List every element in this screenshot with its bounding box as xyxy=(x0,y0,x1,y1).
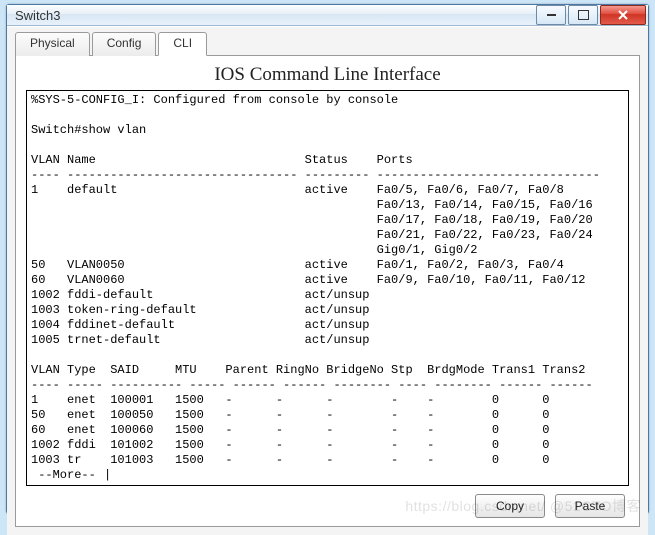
window-controls xyxy=(534,5,646,25)
window-body: Physical Config CLI IOS Command Line Int… xyxy=(7,26,648,535)
minimize-button[interactable] xyxy=(536,5,566,25)
titlebar[interactable]: Switch3 xyxy=(7,5,648,26)
tab-physical[interactable]: Physical xyxy=(15,32,90,56)
tabstrip: Physical Config CLI xyxy=(15,32,640,56)
paste-button[interactable]: Paste xyxy=(555,494,625,518)
tab-panel-cli: IOS Command Line Interface %SYS-5-CONFIG… xyxy=(15,55,640,527)
cli-frame: %SYS-5-CONFIG_I: Configured from console… xyxy=(26,90,629,486)
app-window: Switch3 Physical Config CLI IOS Command … xyxy=(6,4,649,514)
close-button[interactable] xyxy=(600,5,646,25)
cli-terminal[interactable]: %SYS-5-CONFIG_I: Configured from console… xyxy=(27,91,628,485)
close-icon xyxy=(617,9,629,21)
panel-heading: IOS Command Line Interface xyxy=(26,64,629,86)
window-title: Switch3 xyxy=(15,8,534,23)
tab-config[interactable]: Config xyxy=(92,32,157,56)
maximize-button[interactable] xyxy=(568,5,598,25)
tab-cli[interactable]: CLI xyxy=(158,32,207,56)
copy-button[interactable]: Copy xyxy=(475,494,545,518)
button-row: Copy Paste xyxy=(26,486,629,520)
